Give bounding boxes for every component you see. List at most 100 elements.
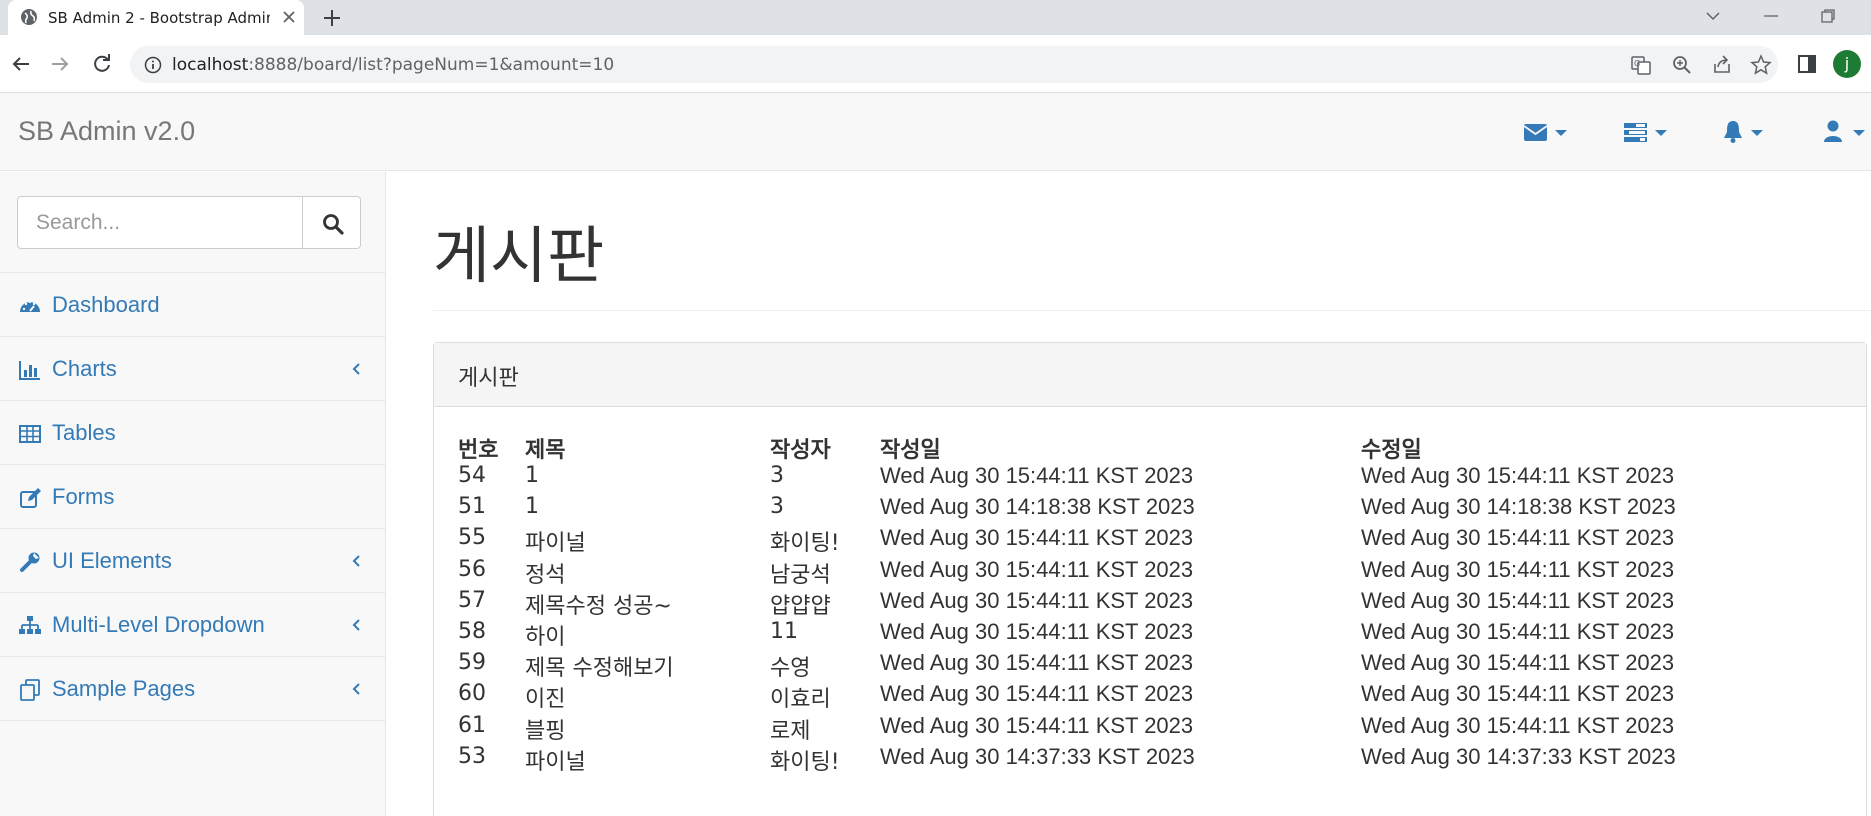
- tab-search-chevron-icon[interactable]: [1701, 4, 1725, 28]
- sidebar-item-label: UI Elements: [52, 548, 172, 573]
- chevron-left-icon: [352, 363, 360, 375]
- forward-icon[interactable]: [48, 52, 72, 76]
- cell-regdate: Wed Aug 30 15:44:11 KST 2023: [880, 650, 1194, 676]
- cell-writer: 3: [770, 463, 784, 488]
- cell-title: 제목수정 성공~: [525, 593, 672, 619]
- cell-number: 57: [458, 587, 486, 613]
- zoom-icon[interactable]: [1671, 54, 1693, 76]
- chevron-left-icon: [352, 555, 360, 567]
- sidebar-item-forms[interactable]: Forms: [0, 465, 385, 529]
- column-header-updatedate: 수정일: [1361, 438, 1422, 463]
- browser-tab-bar: SB Admin 2 - Bootstrap Admin Theme: [0, 0, 1871, 35]
- side-panel-icon[interactable]: [1795, 52, 1819, 76]
- sidebar-item-tables[interactable]: Tables: [0, 401, 385, 465]
- bookmark-star-icon[interactable]: [1750, 54, 1772, 76]
- cell-title: 제목 수정해보기: [525, 656, 674, 682]
- sidebar-item-sample-pages[interactable]: Sample Pages: [0, 657, 385, 721]
- url-path: :8888/board/list?pageNum=1&amount=10: [248, 55, 615, 75]
- cell-regdate: Wed Aug 30 15:44:11 KST 2023: [880, 587, 1194, 613]
- tasks-dropdown[interactable]: [1623, 119, 1669, 145]
- cell-writer: 화이팅!: [770, 531, 840, 557]
- cell-number: 54: [458, 463, 486, 488]
- tab-title: SB Admin 2 - Bootstrap Admin Theme: [48, 9, 270, 27]
- back-icon[interactable]: [9, 52, 33, 76]
- cell-updatedate: Wed Aug 30 15:44:11 KST 2023: [1361, 712, 1675, 738]
- sidebar-item-label: Charts: [52, 356, 117, 381]
- cell-title: 파이널: [525, 749, 586, 775]
- messages-dropdown[interactable]: [1523, 119, 1569, 145]
- cell-number: 59: [458, 650, 486, 676]
- cell-writer: 이효리: [770, 687, 831, 713]
- sidebar-item-label: Dashboard: [52, 292, 160, 317]
- cell-title: 1: [525, 463, 539, 488]
- column-header-title: 제목: [525, 438, 566, 463]
- search-icon: [323, 214, 344, 235]
- user-icon: [1824, 120, 1865, 142]
- site-info-icon[interactable]: [144, 56, 162, 74]
- sidebar-search: [0, 172, 385, 273]
- cell-regdate: Wed Aug 30 15:44:11 KST 2023: [880, 681, 1194, 707]
- sidebar-item-ui-elements[interactable]: UI Elements: [0, 529, 385, 593]
- search-button[interactable]: [302, 196, 361, 249]
- restore-icon[interactable]: [1816, 4, 1840, 28]
- sidebar: Dashboard Charts Tables Forms: [0, 172, 386, 816]
- sidebar-item-dashboard[interactable]: Dashboard: [0, 273, 385, 337]
- sidebar-item-label: Sample Pages: [52, 676, 196, 701]
- sidebar-item-label: Multi-Level Dropdown: [52, 612, 265, 637]
- browser-toolbar: localhost:8888/board/list?pageNum=1&amou…: [0, 35, 1871, 93]
- cell-number: 56: [458, 556, 486, 582]
- address-bar[interactable]: localhost:8888/board/list?pageNum=1&amou…: [130, 46, 1778, 83]
- minimize-icon[interactable]: [1759, 4, 1783, 28]
- cell-regdate: Wed Aug 30 15:44:11 KST 2023: [880, 463, 1194, 488]
- browser-tab[interactable]: SB Admin 2 - Bootstrap Admin Theme: [8, 0, 304, 35]
- bell-icon: [1724, 121, 1763, 143]
- cell-updatedate: Wed Aug 30 15:44:11 KST 2023: [1361, 619, 1675, 644]
- chevron-left-icon: [352, 619, 360, 631]
- tasks-icon: [1624, 123, 1667, 142]
- cell-regdate: Wed Aug 30 14:37:33 KST 2023: [880, 743, 1195, 769]
- sidebar-item-label: Forms: [52, 484, 115, 509]
- cell-writer: 남궁석: [770, 562, 831, 588]
- alerts-dropdown[interactable]: [1723, 119, 1769, 145]
- cell-writer: 3: [770, 494, 784, 520]
- cell-updatedate: Wed Aug 30 15:44:11 KST 2023: [1361, 681, 1675, 707]
- sidebar-item-label: Tables: [52, 420, 116, 445]
- cell-writer: 화이팅!: [770, 749, 840, 775]
- sitemap-icon: [19, 616, 41, 634]
- cell-writer: 11: [770, 619, 798, 644]
- cell-updatedate: Wed Aug 30 14:37:33 KST 2023: [1361, 743, 1676, 769]
- cell-title: 블핑: [525, 718, 566, 744]
- share-icon[interactable]: [1711, 54, 1733, 76]
- close-icon[interactable]: [280, 8, 298, 26]
- user-dropdown[interactable]: [1823, 119, 1869, 145]
- search-input[interactable]: [17, 196, 303, 249]
- cell-updatedate: Wed Aug 30 15:44:11 KST 2023: [1361, 587, 1675, 613]
- url-text[interactable]: localhost:8888/board/list?pageNum=1&amou…: [172, 55, 614, 75]
- panel-heading: 게시판: [434, 343, 1866, 407]
- new-tab-icon[interactable]: [320, 6, 344, 30]
- panel-title: 게시판: [458, 366, 519, 391]
- profile-avatar[interactable]: j: [1833, 50, 1861, 78]
- cell-updatedate: Wed Aug 30 15:44:11 KST 2023: [1361, 463, 1675, 488]
- column-header-regdate: 작성일: [880, 438, 941, 463]
- svg-text:G: G: [1634, 59, 1640, 68]
- column-header-number: 번호: [458, 438, 499, 463]
- brand-logo[interactable]: SB Admin v2.0: [18, 116, 195, 147]
- cell-regdate: Wed Aug 30 15:44:11 KST 2023: [880, 525, 1194, 551]
- cell-number: 51: [458, 494, 486, 520]
- cell-writer: 수영: [770, 656, 811, 682]
- wrench-icon: [20, 552, 40, 572]
- cell-updatedate: Wed Aug 30 15:44:11 KST 2023: [1361, 525, 1675, 551]
- cell-writer: 얍얍얍: [770, 593, 831, 619]
- cell-regdate: Wed Aug 30 15:44:11 KST 2023: [880, 712, 1194, 738]
- sidebar-item-multi-level-dropdown[interactable]: Multi-Level Dropdown: [0, 593, 385, 657]
- cell-title: 파이널: [525, 531, 586, 557]
- cell-number: 61: [458, 712, 486, 738]
- files-icon: [20, 679, 40, 701]
- translate-icon[interactable]: G: [1630, 54, 1652, 76]
- cell-number: 60: [458, 681, 486, 707]
- sidebar-item-charts[interactable]: Charts: [0, 337, 385, 401]
- reload-icon[interactable]: [90, 52, 114, 76]
- cell-title: 하이: [525, 625, 566, 650]
- cell-number: 55: [458, 525, 486, 551]
